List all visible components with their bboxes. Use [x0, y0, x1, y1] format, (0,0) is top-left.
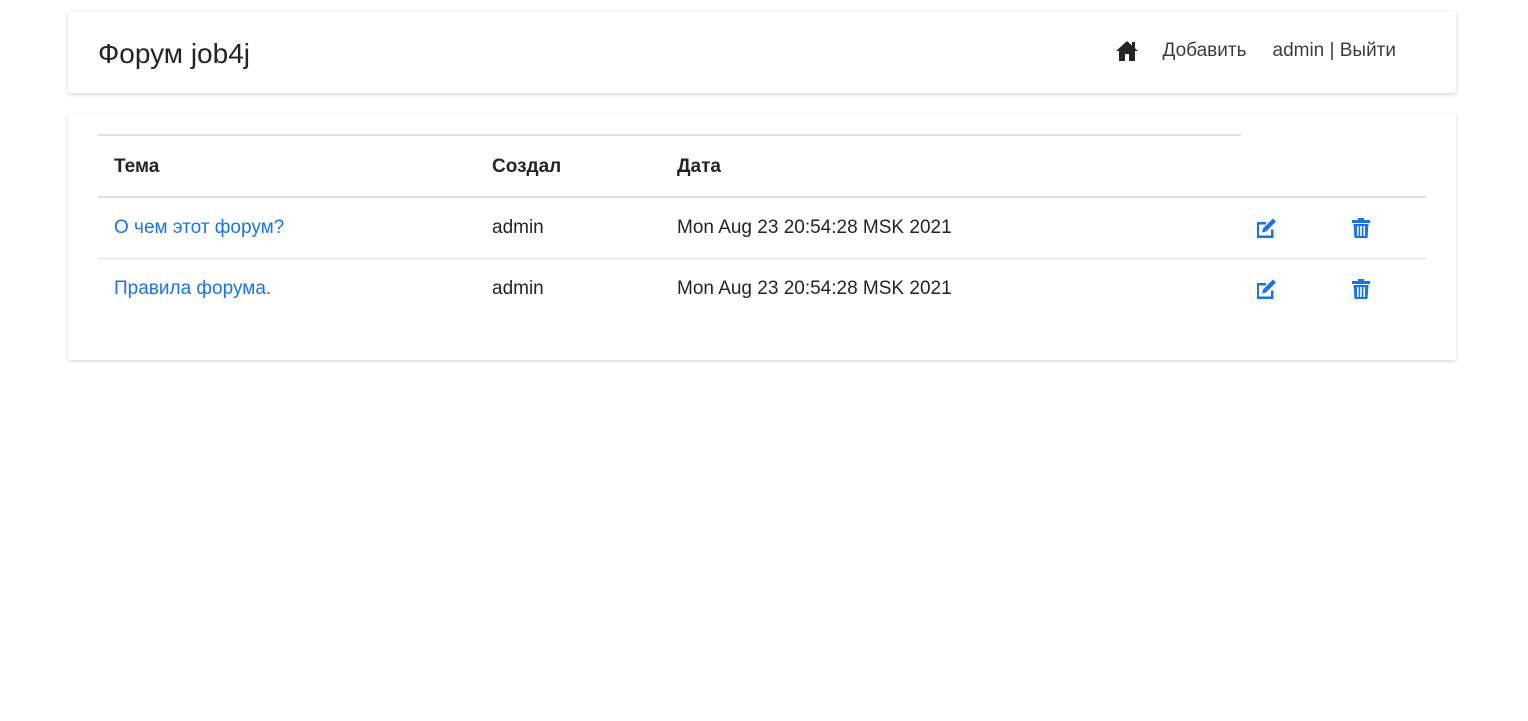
home-icon[interactable]	[1115, 40, 1139, 62]
topic-link[interactable]: О чем этот форум?	[114, 217, 284, 239]
table-row: Правила форума. admin Mon Aug 23 20:54:2…	[98, 258, 1426, 319]
table-top-border	[98, 134, 1241, 136]
brand-title[interactable]: Форум job4j	[98, 38, 250, 70]
topic-date: Mon Aug 23 20:54:28 MSK 2021	[677, 217, 952, 238]
topic-link[interactable]: Правила форума.	[114, 278, 271, 300]
trash-icon[interactable]	[1348, 276, 1374, 302]
column-header-topic: Тема	[114, 156, 160, 177]
edit-icon[interactable]	[1253, 215, 1279, 241]
user-logout-link[interactable]: admin | Выйти	[1273, 40, 1397, 62]
topic-author: admin	[492, 278, 544, 299]
trash-icon[interactable]	[1348, 215, 1374, 241]
nav-links: Добавить admin | Выйти	[1115, 40, 1396, 62]
topic-author: admin	[492, 217, 544, 238]
navbar: Форум job4j Добавить admin | Выйти	[68, 12, 1456, 93]
column-header-date: Дата	[677, 156, 721, 177]
topics-card: Тема Создал Дата О чем этот форум? admin…	[68, 114, 1456, 360]
edit-icon[interactable]	[1253, 276, 1279, 302]
topic-date: Mon Aug 23 20:54:28 MSK 2021	[677, 278, 952, 299]
add-link[interactable]: Добавить	[1163, 40, 1247, 62]
table-row: О чем этот форум? admin Mon Aug 23 20:54…	[98, 198, 1426, 259]
column-header-author: Создал	[492, 156, 562, 177]
